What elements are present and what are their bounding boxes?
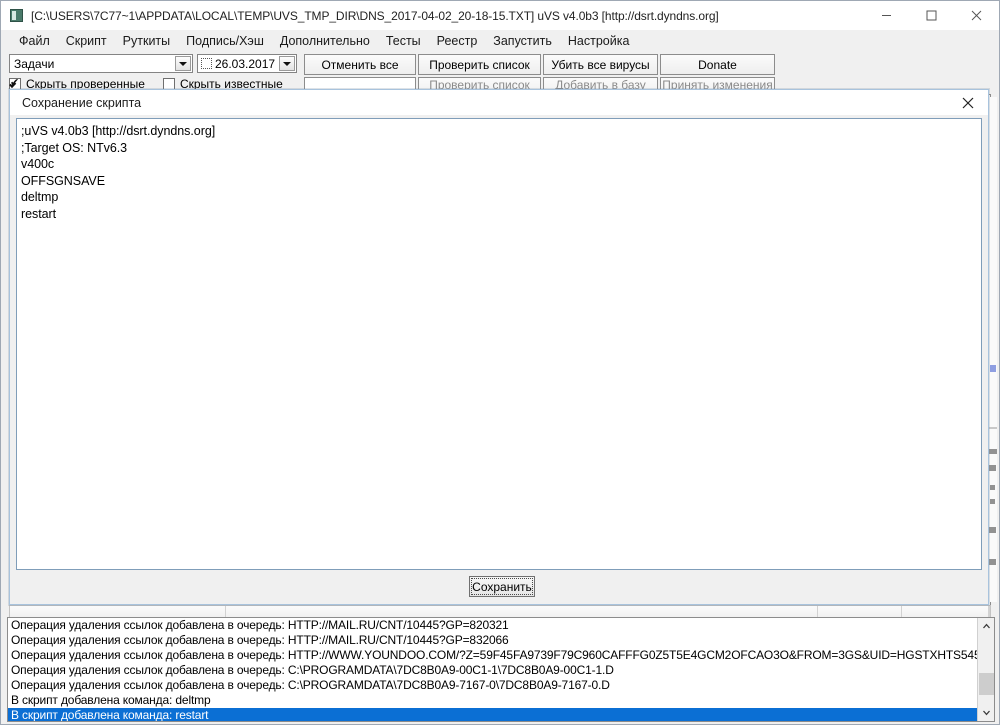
toolbar: Задачи 26.03.2017 Отменить все Проверить… (1, 51, 999, 98)
list-item[interactable]: Операция удаления ссылок добавлена в оче… (8, 678, 977, 693)
task-combo-value: Задачи (14, 56, 55, 71)
list-item[interactable]: Операция удаления ссылок добавлена в оче… (8, 648, 977, 663)
menu-item-rootkits[interactable]: Руткиты (115, 32, 178, 50)
date-picker-value: 26.03.2017 (215, 56, 276, 71)
window-title: [C:\USERS\7C77~1\APPDATA\LOCAL\TEMP\UVS_… (31, 8, 719, 23)
scrollbar-track[interactable] (978, 635, 994, 704)
dialog-body: ;uVS v4.0b3 [http://dsrt.dyndns.org] ;Ta… (10, 115, 988, 604)
scrollbar-thumb[interactable] (979, 673, 994, 695)
app-icon (10, 9, 23, 22)
close-button[interactable] (954, 1, 999, 30)
maximize-button[interactable] (909, 1, 954, 30)
task-combo[interactable]: Задачи (9, 54, 193, 73)
dialog-close-button[interactable] (948, 90, 988, 115)
save-script-dialog: Сохранение скрипта ;uVS v4.0b3 [http://d… (9, 89, 989, 605)
menu-item-signature-hash[interactable]: Подпись/Хэш (178, 32, 272, 50)
uvs-main-window: [C:\USERS\7C77~1\APPDATA\LOCAL\TEMP\UVS_… (0, 0, 1000, 725)
date-checkbox[interactable] (201, 58, 212, 69)
cancel-all-button[interactable]: Отменить все (304, 54, 416, 75)
donate-button[interactable]: Donate (660, 54, 775, 75)
date-picker[interactable]: 26.03.2017 (197, 54, 297, 73)
minimize-button[interactable] (864, 1, 909, 30)
check-list-button[interactable]: Проверить список (418, 54, 541, 75)
list-item-selected[interactable]: В скрипт добавлена команда: restart (8, 708, 977, 721)
kill-all-viruses-button[interactable]: Убить все вирусы (543, 54, 658, 75)
list-item[interactable]: Операция удаления ссылок добавлена в оче… (8, 633, 977, 648)
menu-bar: Файл Скрипт Руткиты Подпись/Хэш Дополнит… (1, 30, 999, 51)
menu-item-file[interactable]: Файл (11, 32, 58, 50)
menu-item-run[interactable]: Запустить (485, 32, 560, 50)
dialog-title: Сохранение скрипта (22, 95, 142, 110)
menu-item-tests[interactable]: Тесты (378, 32, 429, 50)
window-controls (864, 1, 999, 30)
chevron-up-icon[interactable] (978, 618, 994, 635)
log-line-list: Операция удаления ссылок добавлена в оче… (8, 618, 977, 721)
title-bar: [C:\USERS\7C77~1\APPDATA\LOCAL\TEMP\UVS_… (1, 1, 999, 30)
script-content: ;uVS v4.0b3 [http://dsrt.dyndns.org] ;Ta… (21, 124, 216, 221)
log-pane[interactable]: Операция удаления ссылок добавлена в оче… (7, 617, 995, 722)
menu-item-additional[interactable]: Дополнительно (272, 32, 378, 50)
chevron-down-icon[interactable] (978, 704, 994, 721)
save-button[interactable]: Сохранить (469, 576, 535, 597)
script-textarea[interactable]: ;uVS v4.0b3 [http://dsrt.dyndns.org] ;Ta… (16, 118, 982, 570)
chevron-down-icon[interactable] (279, 56, 295, 71)
list-item[interactable]: Операция удаления ссылок добавлена в оче… (8, 663, 977, 678)
menu-item-settings[interactable]: Настройка (560, 32, 638, 50)
dialog-title-bar: Сохранение скрипта (10, 90, 988, 115)
menu-item-script[interactable]: Скрипт (58, 32, 115, 50)
focus-ring (471, 578, 533, 595)
list-item[interactable]: В скрипт добавлена команда: deltmp (8, 693, 977, 708)
log-scrollbar[interactable] (977, 618, 994, 721)
list-item[interactable]: Операция удаления ссылок добавлена в оче… (8, 618, 977, 633)
chevron-down-icon[interactable] (175, 56, 191, 71)
menu-item-registry[interactable]: Реестр (429, 32, 486, 50)
